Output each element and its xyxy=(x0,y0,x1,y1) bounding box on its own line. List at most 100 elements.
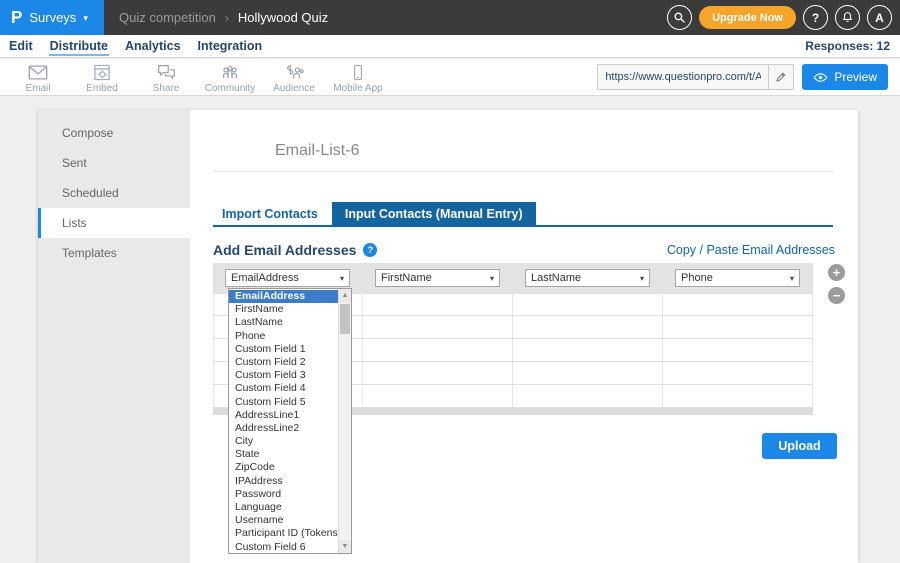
table-cell[interactable] xyxy=(363,385,513,407)
bell-icon xyxy=(841,11,854,24)
chevron-down-icon: ▾ xyxy=(340,274,344,283)
audience-icon xyxy=(283,63,305,82)
dropdown-option[interactable]: LastName xyxy=(229,316,338,329)
dropdown-option[interactable]: EmailAddress xyxy=(229,290,338,303)
sidebar-item-scheduled[interactable]: Scheduled xyxy=(38,178,190,208)
survey-url-input[interactable] xyxy=(598,65,768,89)
dropdown-option[interactable]: Username xyxy=(229,514,338,527)
dropdown-scrollbar[interactable]: ▲ ▼ xyxy=(338,289,351,553)
distribute-toolbar: Email Embed Share xyxy=(0,59,900,96)
dropdown-option[interactable]: Custom Field 4 xyxy=(229,382,338,395)
table-cell[interactable] xyxy=(513,385,663,407)
table-cell[interactable] xyxy=(663,362,813,384)
dropdown-option[interactable]: Custom Field 6 xyxy=(229,541,338,553)
account-avatar[interactable]: A xyxy=(867,5,892,30)
dropdown-option[interactable]: Custom Field 2 xyxy=(229,356,338,369)
sidebar-item-templates[interactable]: Templates xyxy=(38,238,190,268)
sidebar-item-lists[interactable]: Lists xyxy=(38,208,190,238)
dropdown-option[interactable]: Language xyxy=(229,501,338,514)
table-cell[interactable] xyxy=(363,339,513,361)
email-icon xyxy=(27,63,49,82)
tab-edit[interactable]: Edit xyxy=(8,37,34,56)
dropdown-option[interactable]: Custom Field 1 xyxy=(229,343,338,356)
email-sidebar: Compose Sent Scheduled Lists Templates xyxy=(38,110,190,563)
dropdown-option-list: EmailAddress FirstName LastName Phone Cu… xyxy=(229,289,338,553)
dropdown-option[interactable]: IPAddress xyxy=(229,475,338,488)
help-button[interactable]: ? xyxy=(803,5,828,30)
toolbar-item-email[interactable]: Email xyxy=(6,63,70,94)
eye-icon xyxy=(813,72,828,83)
copy-paste-link[interactable]: Copy / Paste Email Addresses xyxy=(667,243,835,257)
table-cell[interactable] xyxy=(363,316,513,338)
dropdown-option[interactable]: AddressLine1 xyxy=(229,409,338,422)
select-value: FirstName xyxy=(381,272,432,284)
dropdown-option[interactable]: City xyxy=(229,435,338,448)
tab-distribute[interactable]: Distribute xyxy=(49,37,109,56)
dropdown-option[interactable]: Custom Field 3 xyxy=(229,369,338,382)
table-cell[interactable] xyxy=(513,316,663,338)
table-cell[interactable] xyxy=(663,294,813,315)
topbar: P Surveys ▾ Quiz competition › Hollywood… xyxy=(0,0,900,35)
help-icon[interactable]: ? xyxy=(363,243,377,257)
dropdown-option[interactable]: State xyxy=(229,448,338,461)
toolbar-item-label: Share xyxy=(153,83,180,94)
toolbar-item-share[interactable]: Share xyxy=(134,63,198,94)
upgrade-now-button[interactable]: Upgrade Now xyxy=(699,6,796,29)
survey-nav: Edit Distribute Analytics Integration Re… xyxy=(0,35,900,58)
scrollbar-thumb[interactable] xyxy=(340,304,350,334)
add-row-button[interactable]: + xyxy=(828,264,845,281)
table-cell[interactable] xyxy=(363,294,513,315)
tab-input-contacts-manual[interactable]: Input Contacts (Manual Entry) xyxy=(332,202,536,225)
section-header: Add Email Addresses ? Copy / Paste Email… xyxy=(213,242,835,258)
email-card: Compose Sent Scheduled Lists Templates E… xyxy=(38,110,858,563)
mobile-app-icon xyxy=(349,63,367,82)
dropdown-option[interactable]: Participant ID (Tokens) xyxy=(229,527,338,540)
dropdown-option[interactable]: FirstName xyxy=(229,303,338,316)
table-cell[interactable] xyxy=(363,362,513,384)
remove-row-button[interactable]: − xyxy=(828,287,845,304)
table-cell[interactable] xyxy=(663,385,813,407)
breadcrumb-folder[interactable]: Quiz competition xyxy=(119,10,216,25)
tab-integration[interactable]: Integration xyxy=(197,37,264,56)
select-value: Phone xyxy=(681,272,713,284)
table-header-cell: FirstName ▾ xyxy=(363,263,513,293)
responses-count[interactable]: Responses: 12 xyxy=(805,39,890,53)
breadcrumb: Quiz competition › Hollywood Quiz xyxy=(119,10,328,25)
preview-button[interactable]: Preview xyxy=(802,64,888,90)
toolbar-item-audience[interactable]: Audience xyxy=(262,63,326,94)
table-cell[interactable] xyxy=(513,339,663,361)
dropdown-option[interactable]: Password xyxy=(229,488,338,501)
table-cell[interactable] xyxy=(663,339,813,361)
section-title: Add Email Addresses xyxy=(213,242,356,258)
tab-analytics[interactable]: Analytics xyxy=(124,37,182,56)
edit-url-button[interactable] xyxy=(768,65,793,89)
column-select-email[interactable]: EmailAddress ▾ xyxy=(225,269,350,287)
toolbar-item-embed[interactable]: Embed xyxy=(70,63,134,94)
dropdown-option[interactable]: ZipCode xyxy=(229,461,338,474)
column-select-firstname[interactable]: FirstName ▾ xyxy=(375,269,500,287)
breadcrumb-separator-icon: › xyxy=(225,11,229,25)
dropdown-option[interactable]: AddressLine2 xyxy=(229,422,338,435)
search-button[interactable] xyxy=(667,5,692,30)
scroll-up-icon[interactable]: ▲ xyxy=(339,289,351,302)
scroll-down-icon[interactable]: ▼ xyxy=(339,540,351,553)
sidebar-item-sent[interactable]: Sent xyxy=(38,148,190,178)
pencil-icon xyxy=(775,71,787,83)
surveys-menu[interactable]: P Surveys ▾ xyxy=(0,0,104,35)
sidebar-item-compose[interactable]: Compose xyxy=(38,118,190,148)
table-cell[interactable] xyxy=(513,294,663,315)
column-select-phone[interactable]: Phone ▾ xyxy=(675,269,800,287)
divider xyxy=(213,171,833,172)
toolbar-item-mobile-app[interactable]: Mobile App xyxy=(326,63,390,94)
product-name: Surveys xyxy=(29,10,76,25)
dropdown-option[interactable]: Custom Field 5 xyxy=(229,396,338,409)
column-dropdown-open: EmailAddress FirstName LastName Phone Cu… xyxy=(228,288,352,554)
tab-import-contacts[interactable]: Import Contacts xyxy=(213,202,327,225)
column-select-lastname[interactable]: LastName ▾ xyxy=(525,269,650,287)
table-cell[interactable] xyxy=(513,362,663,384)
notifications-button[interactable] xyxy=(835,5,860,30)
dropdown-option[interactable]: Phone xyxy=(229,330,338,343)
table-cell[interactable] xyxy=(663,316,813,338)
toolbar-item-community[interactable]: Community xyxy=(198,63,262,94)
upload-button[interactable]: Upload xyxy=(762,433,837,459)
